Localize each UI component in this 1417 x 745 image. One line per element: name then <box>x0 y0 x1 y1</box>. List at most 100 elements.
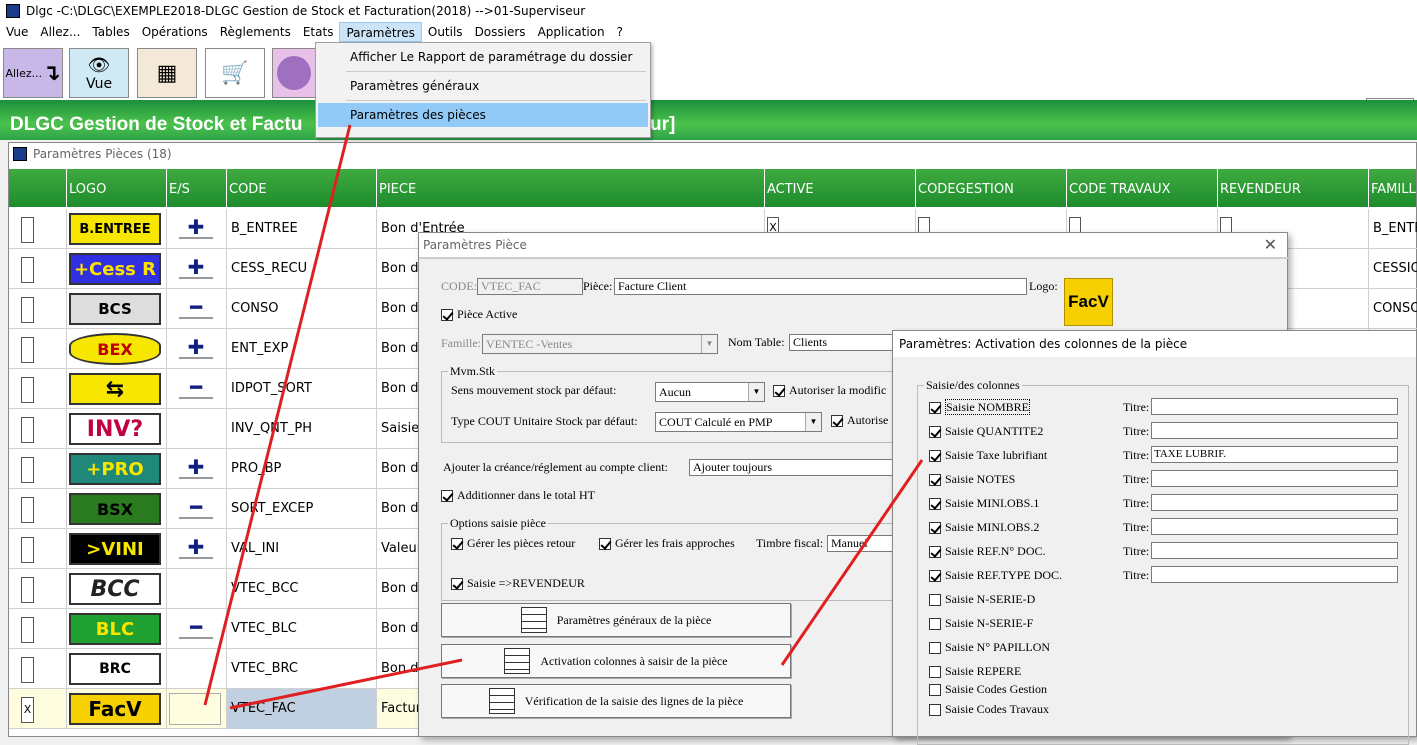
logo-image[interactable]: FacV <box>1064 278 1113 326</box>
header-famille[interactable]: FAMILLE <box>1369 169 1417 207</box>
column-checkbox-row[interactable]: Saisie Codes Gestion <box>929 679 1047 699</box>
row-select-box[interactable] <box>21 297 34 323</box>
sliders-icon <box>504 648 531 674</box>
menu-outils[interactable]: Outils <box>422 22 469 42</box>
reglements-button[interactable] <box>272 48 316 98</box>
row-select-box[interactable] <box>21 417 34 443</box>
menu-operations[interactable]: Opérations <box>136 22 214 42</box>
menu-parametres[interactable]: Paramètres <box>339 22 422 42</box>
column-checkbox-row[interactable]: Saisie N° PAPILLON <box>929 637 1050 657</box>
titre-field[interactable] <box>1151 566 1398 583</box>
row-select-box[interactable] <box>21 217 34 243</box>
row-select-box[interactable] <box>21 497 34 523</box>
column-checkbox-row[interactable]: Saisie Taxe lubrifiant <box>929 445 1047 465</box>
menu-allez[interactable]: Allez... <box>34 22 86 42</box>
menu-item-parametres-generaux[interactable]: Paramètres généraux <box>318 74 648 98</box>
code-cell: SORT_EXCEP <box>231 501 314 516</box>
title-bar: Dlgc -C:\DLGC\EXEMPLE2018-DLGC Gestion d… <box>0 0 1417 22</box>
titre-field[interactable] <box>1151 542 1398 559</box>
titre-field[interactable] <box>1151 494 1398 511</box>
menu-item-parametres-pieces[interactable]: Paramètres des pièces <box>318 103 648 127</box>
nomtable-field[interactable]: Clients <box>789 334 899 351</box>
piece-logo: +PRO <box>69 453 161 485</box>
row-select-box[interactable] <box>21 337 34 363</box>
column-checkbox-row[interactable]: Saisie N-SERIE-D <box>929 589 1035 609</box>
menu-reglements[interactable]: Règlements <box>214 22 297 42</box>
checkbox-icon <box>929 450 941 463</box>
plus-icon: ✚ <box>179 217 213 239</box>
header-piece[interactable]: PIECE <box>377 169 765 207</box>
menu-tables[interactable]: Tables <box>86 22 135 42</box>
row-select-box[interactable] <box>21 657 34 683</box>
timbre-label: Timbre fiscal: <box>756 536 824 550</box>
menu-help[interactable]: ? <box>611 22 629 42</box>
operations-button[interactable]: 🛒 <box>205 48 265 98</box>
header-active[interactable]: ACTIVE <box>765 169 916 207</box>
row-select-box[interactable] <box>21 377 34 403</box>
revendeur-checkbox[interactable]: Saisie =>REVENDEUR <box>451 576 585 591</box>
row-select-box[interactable] <box>21 257 34 283</box>
header-code[interactable]: CODE <box>227 169 377 207</box>
column-checkbox-row[interactable]: Saisie REPERE <box>929 661 1021 681</box>
creance-field[interactable]: Ajouter toujours <box>689 459 899 476</box>
piece-active-checkbox[interactable]: Pièce Active <box>441 307 517 322</box>
titre-field[interactable] <box>1151 422 1398 439</box>
verification-saisie-button[interactable]: Vérification de la saisie des lignes de … <box>441 684 791 718</box>
sliders-icon <box>520 607 547 633</box>
column-checkbox-row[interactable]: Saisie MINI.OBS.2 <box>929 517 1039 537</box>
row-select-box[interactable] <box>21 537 34 563</box>
menu-dossiers[interactable]: Dossiers <box>469 22 532 42</box>
titre-field[interactable]: TAXE LUBRIF. <box>1151 446 1398 463</box>
checkbox-icon <box>599 538 611 551</box>
activation-colonnes-button[interactable]: Activation colonnes à saisir de la pièce <box>441 644 791 678</box>
menu-vue[interactable]: Vue <box>0 22 34 42</box>
menu-etats[interactable]: Etats <box>297 22 340 42</box>
famille-value: VENTEC -Ventes <box>486 337 573 351</box>
column-checkbox-row[interactable]: Saisie REF.TYPE DOC. <box>929 565 1062 585</box>
header-codegestion[interactable]: CODEGESTION <box>916 169 1067 207</box>
titre-field[interactable] <box>1151 518 1398 535</box>
vue-button[interactable]: 👁 Vue <box>69 48 129 98</box>
row-select-box[interactable] <box>21 457 34 483</box>
piece-field[interactable]: Facture Client <box>614 278 1027 295</box>
famille-label: Famille: <box>441 336 481 350</box>
retour-label: Gérer les pièces retour <box>467 536 576 550</box>
parametres-generaux-piece-button[interactable]: Paramètres généraux de la pièce <box>441 603 791 637</box>
row-select-box[interactable] <box>21 577 34 603</box>
column-checkbox-row[interactable]: Saisie NOTES <box>929 469 1015 489</box>
menu-item-rapport[interactable]: Afficher Le Rapport de paramétrage du do… <box>318 45 648 69</box>
titre-field[interactable] <box>1151 398 1398 415</box>
checkbox-icon <box>929 666 941 679</box>
allez-button[interactable]: Allez... ↴ <box>3 48 63 98</box>
es-field[interactable] <box>169 693 221 725</box>
column-checkbox-row[interactable]: Saisie Codes Travaux <box>929 699 1049 719</box>
titre-label: Titre: <box>1123 424 1150 438</box>
column-checkbox-row[interactable]: Saisie N-SERIE-F <box>929 613 1033 633</box>
titre-field[interactable] <box>1151 470 1398 487</box>
row-select-box[interactable]: X <box>21 697 34 723</box>
autoriser-modif-checkbox[interactable]: Autoriser la modific <box>773 383 886 398</box>
menu-application[interactable]: Application <box>532 22 611 42</box>
cout-select[interactable]: COUT Calculé en PMP ▼ <box>655 412 822 432</box>
additionner-checkbox[interactable]: Additionner dans le total HT <box>441 488 595 503</box>
header-logo[interactable]: LOGO <box>67 169 167 207</box>
row-select-box[interactable] <box>21 617 34 643</box>
famille-cell: CESSIO <box>1373 261 1417 276</box>
timbre-field[interactable]: Manuel <box>827 535 899 552</box>
plus-icon: ✚ <box>179 257 213 279</box>
header-es[interactable]: E/S <box>167 169 227 207</box>
header-revendeur[interactable]: REVENDEUR <box>1218 169 1369 207</box>
retour-checkbox[interactable]: Gérer les pièces retour <box>451 536 575 551</box>
column-checkbox-row[interactable]: Saisie REF.N° DOC. <box>929 541 1046 561</box>
tables-button[interactable]: ▦ <box>137 48 197 98</box>
frais-checkbox[interactable]: Gérer les frais approches <box>599 536 735 551</box>
header-code-travaux[interactable]: CODE TRAVAUX <box>1067 169 1218 207</box>
code-cell: CONSO <box>231 301 279 316</box>
table-header: LOGO E/S CODE PIECE ACTIVE CODEGESTION C… <box>9 169 1417 207</box>
column-checkbox-row[interactable]: Saisie MINI.OBS.1 <box>929 493 1039 513</box>
column-checkbox-row[interactable]: Saisie QUANTITE2 <box>929 421 1043 441</box>
column-checkbox-row[interactable]: Saisie NOMBRE <box>929 397 1031 417</box>
sens-select[interactable]: Aucun ▼ <box>655 382 765 402</box>
close-icon[interactable]: ✕ <box>1264 233 1277 257</box>
autorise-checkbox[interactable]: Autorise <box>831 413 888 428</box>
